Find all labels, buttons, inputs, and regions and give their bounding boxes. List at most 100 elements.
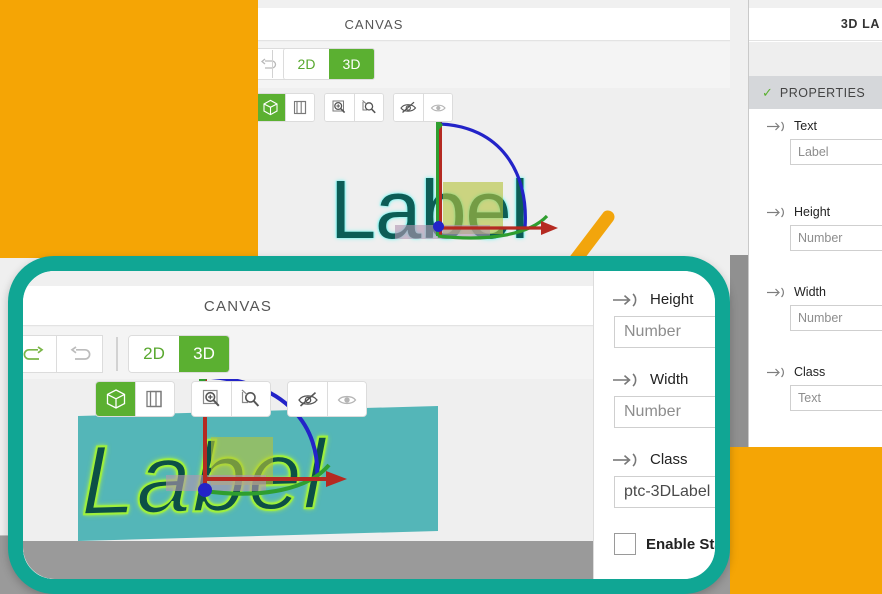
panel-subheader-gap (748, 42, 882, 76)
inset-canvas-header: CANVAS (23, 286, 593, 326)
zoom-reset-icon (241, 389, 260, 407)
inset-field-class-input[interactable]: ptc-3DLabel (614, 476, 715, 508)
canvas-scrollbar-thumb[interactable] (730, 255, 748, 447)
inset-field-height-label-row: Height (594, 291, 715, 308)
inset-field-width-label-row: Width (594, 371, 715, 388)
show-eye-icon (430, 104, 446, 112)
field-height-label-row: Height (748, 205, 882, 219)
field-height: Height Number (748, 205, 882, 251)
arrow-binding-icon (612, 372, 642, 388)
zoom-in-icon (202, 389, 220, 407)
view-toolbar-group-2 (324, 93, 384, 122)
cube-icon (106, 389, 125, 409)
copy-layers-icon (293, 100, 306, 115)
callout-block-bottom-right (730, 447, 882, 594)
inset-field-width: Width Number (594, 371, 715, 428)
inset-view-toolbar-group-3 (287, 381, 367, 417)
inset-cube-button[interactable] (96, 382, 135, 416)
copy-layers-icon (146, 390, 162, 408)
inset-enable-state-row[interactable]: Enable Sta (614, 533, 715, 555)
inset-field-class-label: Class (650, 451, 688, 468)
inset-dimension-toggle: 2D 3D (128, 335, 230, 373)
field-class-label-row: Class (748, 365, 882, 379)
field-height-input[interactable]: Number (790, 225, 882, 251)
inset-gizmo-origin-handle[interactable] (198, 483, 212, 497)
gizmo-origin-handle[interactable] (433, 221, 444, 232)
zoom-inset-clip: CANVAS 2D 3D Height Number Width Number … (23, 271, 715, 579)
hide-eye-icon (400, 101, 417, 113)
zoom-in-button[interactable] (325, 94, 354, 121)
inset-zoom-in-button[interactable] (192, 382, 231, 416)
cube-button[interactable] (256, 94, 285, 121)
arrow-binding-icon (766, 366, 788, 379)
callout-block-top-left (0, 0, 258, 258)
panel-header: 3D LA (748, 8, 882, 41)
toolbar-separator (272, 50, 273, 78)
inset-field-height-label: Height (650, 291, 694, 308)
view-toolbar (255, 93, 462, 122)
cube-icon (263, 99, 278, 116)
panel-title: 3D LA (840, 17, 880, 31)
inset-hide-eye-button[interactable] (288, 382, 327, 416)
zoom-inset-content: CANVAS 2D 3D Height Number Width Number … (23, 271, 715, 579)
inset-tab-3d[interactable]: 3D (179, 336, 229, 372)
field-width-label-row: Width (748, 285, 882, 299)
inset-undo-button[interactable] (23, 335, 57, 373)
show-eye-button[interactable] (423, 94, 452, 121)
arrow-binding-icon (766, 206, 788, 219)
field-text: Text Label (748, 119, 882, 165)
field-class-input[interactable]: Text (790, 385, 882, 411)
enable-state-label: Enable Sta (646, 535, 715, 553)
inset-field-width-label: Width (650, 371, 689, 388)
undo-icon (23, 345, 44, 360)
inset-undo-redo-group (23, 335, 103, 373)
field-text-input[interactable]: Label (790, 139, 882, 165)
zoom-inset-ring: CANVAS 2D 3D Height Number Width Number … (8, 256, 730, 594)
inset-field-class: Class ptc-3DLabel (594, 451, 715, 508)
properties-section-label: PROPERTIES (779, 85, 866, 100)
inset-canvas-title: CANVAS (203, 297, 273, 315)
inset-copy-layers-button[interactable] (135, 382, 174, 416)
arrow-binding-icon (766, 120, 788, 133)
chevron-down-icon: ✓ (762, 84, 773, 100)
tab-3d[interactable]: 3D (329, 49, 374, 79)
inset-canvas-toolbar: 2D 3D (23, 327, 593, 379)
field-width-input[interactable]: Number (790, 305, 882, 331)
field-height-label: Height (794, 205, 831, 219)
arrow-binding-icon (612, 452, 642, 468)
tab-2d[interactable]: 2D (284, 49, 329, 79)
gizmo-x-axis-arrow-icon[interactable] (438, 219, 560, 237)
inset-view-toolbar (95, 381, 383, 417)
inset-show-eye-button[interactable] (327, 382, 366, 416)
copy-layers-button[interactable] (285, 94, 314, 121)
screenshot-root: CANVAS 2D 3D Label 3D LA ✓ PROPERTIES Te… (0, 0, 882, 594)
hide-eye-icon (297, 391, 318, 407)
arrow-binding-icon (612, 292, 642, 308)
inset-view-toolbar-group-1 (95, 381, 175, 417)
field-class-label: Class (794, 365, 826, 379)
inset-tab-2d[interactable]: 2D (129, 336, 179, 372)
field-width-label: Width (794, 285, 826, 299)
inset-field-height-input[interactable]: Number (614, 316, 715, 348)
inset-zoom-reset-button[interactable] (231, 382, 270, 416)
inset-canvas-column: CANVAS 2D 3D (23, 271, 593, 579)
zoom-inset-callout: CANVAS 2D 3D Height Number Width Number … (8, 256, 730, 594)
inset-field-class-label-row: Class (594, 451, 715, 468)
inset-field-width-input[interactable]: Number (614, 396, 715, 428)
enable-state-checkbox[interactable] (614, 533, 636, 555)
view-toolbar-group-1 (255, 93, 315, 122)
inset-field-height: Height Number (594, 291, 715, 348)
show-eye-icon (337, 395, 357, 404)
field-class: Class Text (748, 365, 882, 411)
field-text-label-row: Text (748, 119, 882, 133)
inset-gizmo-x-axis-arrow-icon[interactable] (205, 469, 350, 489)
properties-section-header[interactable]: ✓ PROPERTIES (748, 76, 882, 109)
inset-properties-panel: Height Number Width Number Class ptc-3DL… (593, 271, 715, 579)
inset-redo-button[interactable] (57, 335, 103, 373)
zoom-reset-button[interactable] (354, 94, 383, 121)
hide-eye-button[interactable] (394, 94, 423, 121)
arrow-binding-icon (766, 286, 788, 299)
inset-toolbar-separator (116, 337, 118, 371)
zoom-reset-icon (361, 100, 376, 114)
view-toolbar-group-3 (393, 93, 453, 122)
